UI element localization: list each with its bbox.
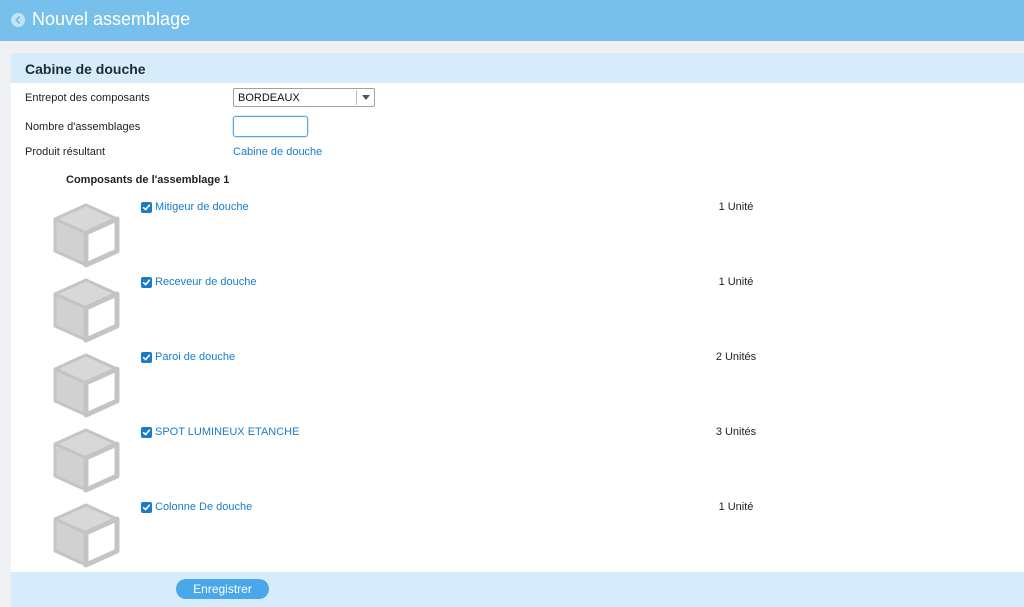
chevron-down-icon bbox=[362, 95, 370, 100]
component-row: Colonne De douche 1 Unité bbox=[11, 501, 1024, 576]
component-name-link[interactable]: Colonne De douche bbox=[155, 501, 252, 513]
box-icon bbox=[51, 501, 121, 574]
result-product-link[interactable]: Cabine de douche bbox=[233, 146, 322, 158]
component-name-link[interactable]: SPOT LUMINEUX ETANCHE bbox=[155, 426, 299, 438]
footer-bar: Enregistrer bbox=[11, 572, 1024, 607]
result-label: Produit résultant bbox=[25, 146, 106, 158]
select-divider bbox=[356, 90, 357, 105]
component-quantity: 2 Unités bbox=[715, 351, 757, 363]
component-checkbox[interactable] bbox=[141, 502, 152, 513]
component-name-link[interactable]: Mitigeur de douche bbox=[155, 201, 249, 213]
warehouse-select[interactable]: BORDEAUX bbox=[233, 88, 375, 107]
component-quantity: 3 Unités bbox=[715, 426, 757, 438]
component-checkbox[interactable] bbox=[141, 277, 152, 288]
component-checkbox[interactable] bbox=[141, 427, 152, 438]
component-quantity: 1 Unité bbox=[718, 276, 754, 288]
box-icon bbox=[51, 351, 121, 424]
component-row: SPOT LUMINEUX ETANCHE 3 Unités bbox=[11, 426, 1024, 501]
assembly-panel: Cabine de douche Entrepot des composants… bbox=[11, 53, 1024, 607]
component-name-link[interactable]: Receveur de douche bbox=[155, 276, 257, 288]
assembly-count-input[interactable] bbox=[233, 116, 308, 137]
component-quantity: 1 Unité bbox=[718, 201, 754, 213]
warehouse-select-value: BORDEAUX bbox=[238, 92, 300, 104]
component-checkbox[interactable] bbox=[141, 202, 152, 213]
back-icon[interactable] bbox=[11, 13, 25, 27]
page-title: Nouvel assemblage bbox=[32, 9, 191, 29]
components-heading: Composants de l'assemblage 1 bbox=[66, 174, 230, 186]
box-icon bbox=[51, 201, 121, 274]
component-row: Paroi de douche 2 Unités bbox=[11, 351, 1024, 426]
box-icon bbox=[51, 276, 121, 349]
panel-header: Cabine de douche bbox=[11, 53, 1024, 83]
save-button[interactable]: Enregistrer bbox=[176, 579, 269, 599]
component-row: Receveur de douche 1 Unité bbox=[11, 276, 1024, 351]
top-bar: Nouvel assemblage bbox=[0, 0, 1024, 41]
warehouse-label: Entrepot des composants bbox=[25, 92, 150, 104]
component-checkbox[interactable] bbox=[141, 352, 152, 363]
panel-title: Cabine de douche bbox=[25, 61, 146, 77]
component-quantity: 1 Unité bbox=[718, 501, 754, 513]
box-icon bbox=[51, 426, 121, 499]
component-row: Mitigeur de douche 1 Unité bbox=[11, 201, 1024, 276]
count-label: Nombre d'assemblages bbox=[25, 121, 141, 133]
component-name-link[interactable]: Paroi de douche bbox=[155, 351, 235, 363]
